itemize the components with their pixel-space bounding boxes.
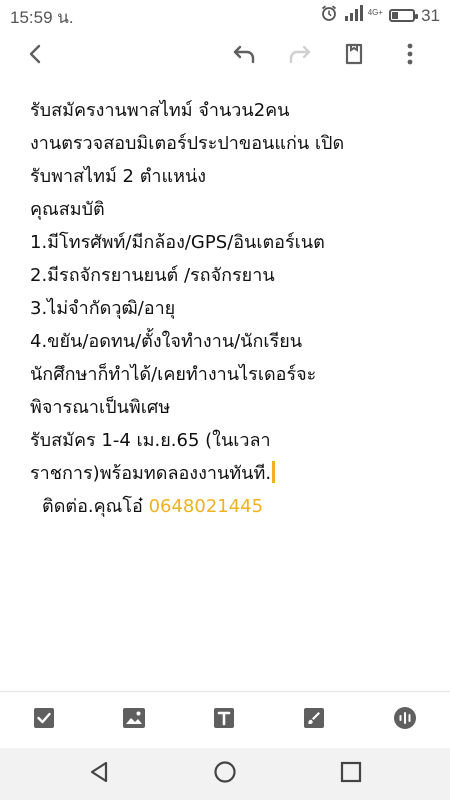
back-button[interactable] <box>20 40 52 72</box>
note-line-7: 3.ไม่จำกัดวุฒิ/อายุ <box>30 298 176 319</box>
note-line-4: คุณสมบัติ <box>30 199 105 220</box>
more-vert-icon <box>406 42 414 70</box>
back-arrow-icon <box>24 42 48 70</box>
note-line-9: นักศึกษาก็ทำได้/เคยทำงานไรเดอร์จะ <box>30 364 317 385</box>
nav-recent-button[interactable] <box>338 761 364 787</box>
nav-back-button[interactable] <box>86 761 112 787</box>
battery-icon <box>389 9 419 22</box>
text-cursor <box>272 461 276 483</box>
status-bar: 15:59 น. 4G+ 31 <box>0 0 450 28</box>
nav-recent-icon <box>340 761 362 787</box>
label-icon <box>342 42 366 70</box>
status-time: 15:59 น. <box>10 8 74 27</box>
nav-home-button[interactable] <box>212 761 238 787</box>
undo-icon <box>231 42 257 70</box>
text-format-button[interactable] <box>210 706 238 734</box>
nav-home-icon <box>213 760 237 788</box>
signal-icon <box>344 5 366 26</box>
note-line-10: พิจารณาเป็นพิเศษ <box>30 397 171 418</box>
note-line-12-text: ราชการ)พร้อมทดลองงานทันที. <box>30 463 272 484</box>
redo-icon <box>287 42 313 70</box>
status-icons: 4G+ 31 <box>320 4 440 27</box>
note-line-8: 4.ขยัน/อดทน/ตั้งใจทำงาน/นักเรียน <box>30 331 303 352</box>
note-line-11: รับสมัคร 1-4 เม.ย.65 (ในเวลา <box>30 430 271 451</box>
contact-line: ติดต่อ.คุณโอ๋ 0648021445 <box>42 490 430 523</box>
alarm-icon <box>320 4 338 27</box>
more-options-button[interactable] <box>394 40 426 72</box>
battery-percent: 31 <box>421 5 440 25</box>
note-line-3: รับพาสไทม์ 2 ตำแหน่ง <box>30 166 207 187</box>
contact-phone-link[interactable]: 0648021445 <box>149 496 264 517</box>
note-toolbar <box>0 28 450 84</box>
text-format-icon <box>213 707 235 733</box>
navigation-bar <box>0 748 450 800</box>
image-icon <box>122 707 146 733</box>
label-button[interactable] <box>338 40 370 72</box>
redo-button[interactable] <box>284 40 316 72</box>
voice-note-button[interactable] <box>391 706 419 734</box>
insert-image-button[interactable] <box>120 706 148 734</box>
undo-button[interactable] <box>228 40 260 72</box>
contact-label: ติดต่อ.คุณโอ๋ <box>42 496 143 517</box>
note-line-2: งานตรวจสอบมิเตอร์ประปาขอนแก่น เปิด <box>30 133 345 154</box>
checkbox-icon <box>33 707 55 733</box>
network-type-label: 4G+ <box>367 8 384 17</box>
note-line-12: ราชการ)พร้อมทดลองงานทันที. <box>30 457 430 490</box>
note-line-1: รับสมัครงานพาสไทม์ จำนวน2คน <box>30 100 290 121</box>
battery-fill <box>392 12 399 19</box>
nav-back-icon <box>88 760 110 788</box>
drawing-button[interactable] <box>300 706 328 734</box>
note-line-5: 1.มีโทรศัพท์/มีกล้อง/GPS/อินเตอร์เนต <box>30 232 325 253</box>
checklist-button[interactable] <box>30 706 58 734</box>
voice-icon <box>393 706 417 734</box>
note-line-6: 2.มีรถจักรยานยนต์ /รถจักรยาน <box>30 265 275 286</box>
brush-icon <box>303 707 325 733</box>
note-body[interactable]: รับสมัครงานพาสไทม์ จำนวน2คน งานตรวจสอบมิ… <box>30 94 430 523</box>
format-bar <box>0 692 450 748</box>
